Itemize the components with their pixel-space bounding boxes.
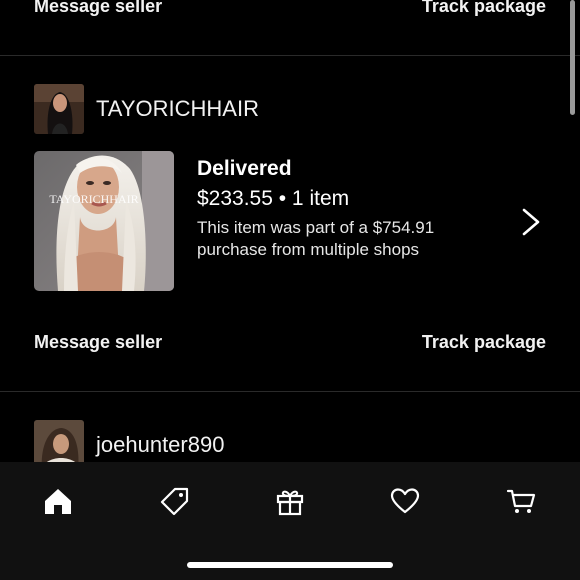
previous-order-actions: Message seller Track package — [34, 0, 546, 18]
track-package-button[interactable]: Track package — [422, 0, 546, 17]
shop-avatar[interactable] — [34, 420, 84, 462]
order-note: This item was part of a $754.91 purchase… — [197, 218, 435, 259]
order-actions: Message seller Track package — [34, 330, 546, 354]
order-summary[interactable]: Delivered $233.55 • 1 item This item was… — [197, 157, 497, 261]
message-seller-button[interactable]: Message seller — [34, 332, 162, 353]
order-item-thumbnail[interactable]: TAYORICHHAIR — [34, 151, 174, 291]
home-indicator — [187, 562, 393, 568]
divider — [0, 55, 580, 56]
chevron-right-icon[interactable] — [518, 206, 544, 238]
home-icon[interactable] — [41, 484, 75, 518]
heart-icon[interactable] — [388, 484, 422, 518]
order-price: $233.55 • 1 item — [197, 187, 350, 210]
bottom-tab-bar — [0, 462, 580, 580]
shop-name[interactable]: TAYORICHHAIR — [96, 96, 259, 122]
track-package-button[interactable]: Track package — [422, 332, 546, 353]
next-shop-header[interactable]: joehunter890 — [34, 420, 224, 462]
orders-list[interactable]: Message seller Track package TAYORICHHAI… — [0, 0, 580, 462]
cart-icon[interactable] — [504, 484, 538, 518]
shop-name[interactable]: joehunter890 — [96, 432, 224, 458]
tag-icon[interactable] — [158, 484, 192, 518]
message-seller-button[interactable]: Message seller — [34, 0, 162, 17]
thumbnail-watermark: TAYORICHHAIR — [49, 192, 138, 206]
scrollbar[interactable] — [570, 0, 575, 115]
shop-header[interactable]: TAYORICHHAIR — [34, 84, 259, 134]
divider — [0, 391, 580, 392]
order-status: Delivered — [197, 157, 292, 180]
shop-avatar[interactable] — [34, 84, 84, 134]
gift-icon[interactable] — [273, 484, 307, 518]
